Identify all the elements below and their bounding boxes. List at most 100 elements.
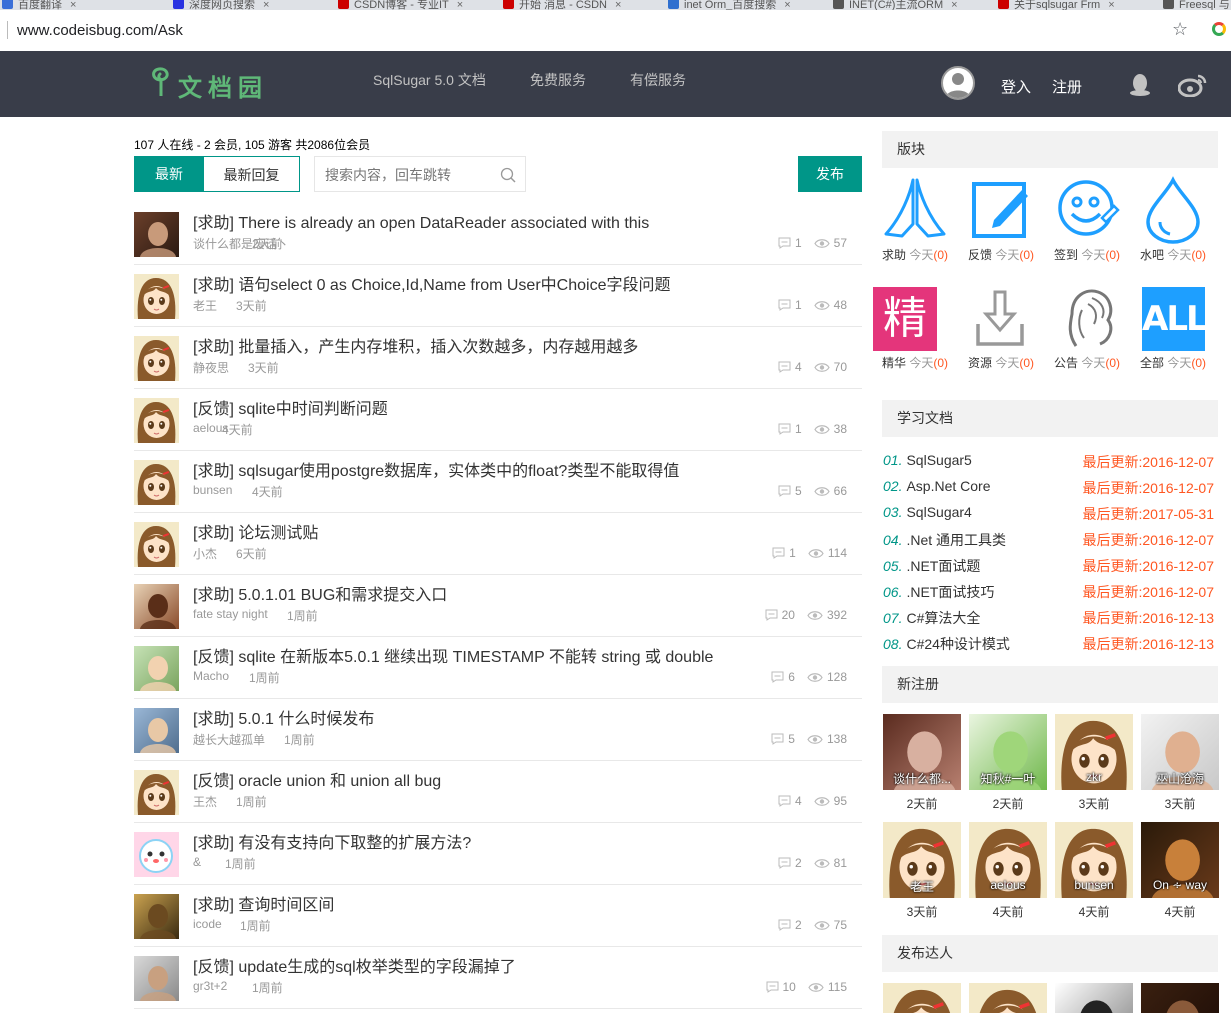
board-5[interactable]: 资源 今天(0) (958, 284, 1044, 380)
post-row[interactable]: [求助] 论坛测试贴 小杰 6天前 1 114 (134, 513, 862, 575)
post-row[interactable]: [反馈] sqlite中时间判断问题 aelous 4天前 1 38 (134, 389, 862, 451)
post-author-avatar[interactable] (134, 212, 179, 257)
lady-profile-icon[interactable] (1044, 284, 1130, 352)
site-logo[interactable]: 文档园 (148, 64, 268, 102)
browser-tab[interactable]: 开始 消息 - CSDN × (501, 0, 621, 10)
post-author[interactable]: icode (193, 917, 222, 931)
doc-item[interactable]: 05. .NET面试题 最后更新:2016-12-07 (883, 556, 1218, 582)
close-tab-icon[interactable]: × (951, 0, 957, 10)
top-poster[interactable] (969, 983, 1047, 1013)
board-3[interactable]: 水吧 今天(0) (1130, 176, 1216, 272)
nav-paid-service[interactable]: 有偿服务 (630, 70, 686, 90)
top-poster[interactable] (883, 983, 961, 1013)
post-author-avatar[interactable] (134, 274, 179, 319)
post-author[interactable]: fate stay night (193, 607, 268, 621)
close-tab-icon[interactable]: × (70, 0, 76, 10)
board-name[interactable]: 水吧 (1140, 248, 1164, 262)
doc-name[interactable]: SqlSugar4 (906, 504, 971, 520)
post-author[interactable]: 王杰 (193, 793, 217, 810)
post-title[interactable]: [求助] 有没有支持向下取整的扩展方法? (193, 829, 471, 853)
nav-free-service[interactable]: 免费服务 (530, 70, 586, 90)
top-poster[interactable] (1055, 983, 1133, 1013)
top-poster[interactable] (1141, 983, 1219, 1013)
post-row[interactable]: [求助] 5.0.1.01 BUG和需求提交入口 fate stay night 1… (134, 575, 862, 637)
doc-name[interactable]: SqlSugar5 (906, 452, 971, 468)
top-poster-avatar[interactable] (1055, 983, 1133, 1013)
browser-tab[interactable]: 关于sqlsugar Frm × (996, 0, 1115, 10)
post-row[interactable]: [反馈] update生成的sql枚举类型的字段漏掉了 gr3t+2 1周前 10 11… (134, 947, 862, 1009)
board-name[interactable]: 精华 (882, 356, 906, 370)
post-author-avatar[interactable] (134, 770, 179, 815)
post-title[interactable]: [求助] There is already an open DataReader… (193, 209, 649, 233)
post-title[interactable]: [求助] 5.0.1.01 BUG和需求提交入口 (193, 581, 447, 605)
search-icon[interactable] (500, 167, 516, 183)
board-name[interactable]: 签到 (1054, 248, 1078, 262)
doc-item[interactable]: 08. C#24种设计模式 最后更新:2016-12-13 (883, 634, 1218, 660)
new-member[interactable]: On ∻ way 4天前 (1141, 822, 1219, 919)
post-title[interactable]: [求助] 5.0.1 什么时候发布 (193, 705, 374, 729)
post-title[interactable]: [求助] 批量插入，产生内存堆积，插入次数越多，内存越用越多 (193, 333, 638, 357)
close-tab-icon[interactable]: × (457, 0, 463, 10)
close-tab-icon[interactable]: × (784, 0, 790, 10)
post-author[interactable]: bunsen (193, 483, 232, 497)
post-author-avatar[interactable] (134, 336, 179, 381)
post-title[interactable]: [求助] sqlsugar使用postgre数据库，实体类中的float?类型不… (193, 457, 679, 481)
post-row[interactable]: [求助] 查询时间区间 icode 1周前 2 75 (134, 885, 862, 947)
post-title[interactable]: [求助] 语句select 0 as Choice,Id,Name from U… (193, 271, 670, 295)
post-author-avatar[interactable] (134, 460, 179, 505)
browser-tab[interactable]: 百度翻译 × (0, 0, 76, 10)
doc-item[interactable]: 02. Asp.Net Core 最后更新:2016-12-07 (883, 478, 1218, 504)
smiley-icon[interactable] (1044, 176, 1130, 244)
member-name[interactable]: 巫山沧海 (1141, 770, 1219, 787)
post-author[interactable]: gr3t+2 (193, 979, 227, 993)
post-row[interactable]: [求助] 有没有支持向下取整的扩展方法? & 1周前 2 81 (134, 823, 862, 885)
close-tab-icon[interactable]: × (263, 0, 269, 10)
post-title[interactable]: [求助] 查询时间区间 (193, 891, 334, 915)
post-title[interactable]: [反馈] update生成的sql枚举类型的字段漏掉了 (193, 953, 516, 977)
new-member[interactable]: aelous 4天前 (969, 822, 1047, 919)
doc-name[interactable]: .NET面试技巧 (906, 584, 994, 600)
user-avatar[interactable] (941, 66, 975, 100)
doc-name[interactable]: C#24种设计模式 (906, 636, 1009, 652)
top-poster-avatar[interactable] (1141, 983, 1219, 1013)
post-author[interactable]: 老王 (193, 297, 217, 314)
doc-item[interactable]: 06. .NET面试技巧 最后更新:2016-12-07 (883, 582, 1218, 608)
qq-icon[interactable] (1129, 73, 1151, 97)
board-4[interactable]: 精精华 今天(0) (872, 284, 958, 380)
post-title[interactable]: [求助] 论坛测试贴 (193, 519, 318, 543)
post-row[interactable]: [求助] 批量插入，产生内存堆积，插入次数越多，内存越用越多 静夜思 3天前 4 70 (134, 327, 862, 389)
doc-item[interactable]: 04. .Net 通用工具类 最后更新:2016-12-07 (883, 530, 1218, 556)
search-input[interactable] (315, 157, 507, 193)
member-name[interactable]: aelous (969, 878, 1047, 892)
jing-badge-icon[interactable]: 精 (872, 284, 958, 352)
download-tray-icon[interactable] (958, 284, 1044, 352)
post-title[interactable]: [反馈] sqlite中时间判断问题 (193, 395, 388, 419)
doc-name[interactable]: .NET面试题 (906, 558, 980, 574)
tab-latest[interactable]: 最新 (134, 156, 204, 192)
browser-tab[interactable]: Freesql 与 sqlsug× (1161, 0, 1231, 10)
post-author-avatar[interactable] (134, 584, 179, 629)
new-member[interactable]: bunsen 4天前 (1055, 822, 1133, 919)
new-member[interactable]: 巫山沧海 3天前 (1141, 714, 1219, 811)
edit-square-icon[interactable] (958, 176, 1044, 244)
board-2[interactable]: 签到 今天(0) (1044, 176, 1130, 272)
post-author-avatar[interactable] (134, 646, 179, 691)
doc-name[interactable]: .Net 通用工具类 (906, 532, 1006, 548)
post-author-avatar[interactable] (134, 894, 179, 939)
post-row[interactable]: [求助] There is already an open DataReader… (134, 203, 862, 265)
post-row[interactable]: [求助] sqlsugar使用postgre数据库，实体类中的float?类型不… (134, 451, 862, 513)
new-member[interactable]: 谈什么都... 2天前 (883, 714, 961, 811)
member-name[interactable]: On ∻ way (1141, 878, 1219, 892)
new-member[interactable]: zkr 3天前 (1055, 714, 1133, 811)
register-link[interactable]: 注册 (1052, 76, 1082, 97)
board-0[interactable]: 求助 今天(0) (872, 176, 958, 272)
board-name[interactable]: 求助 (882, 248, 906, 262)
close-tab-icon[interactable]: × (1108, 0, 1114, 10)
board-1[interactable]: 反馈 今天(0) (958, 176, 1044, 272)
browser-tab[interactable]: inet Orm_百度搜索 × (666, 0, 791, 10)
doc-item[interactable]: 07. C#算法大全 最后更新:2016-12-13 (883, 608, 1218, 634)
post-author[interactable]: 静夜思 (193, 359, 229, 376)
new-member[interactable]: 老王 3天前 (883, 822, 961, 919)
member-name[interactable]: bunsen (1055, 878, 1133, 892)
praying-hands-icon[interactable] (872, 176, 958, 244)
